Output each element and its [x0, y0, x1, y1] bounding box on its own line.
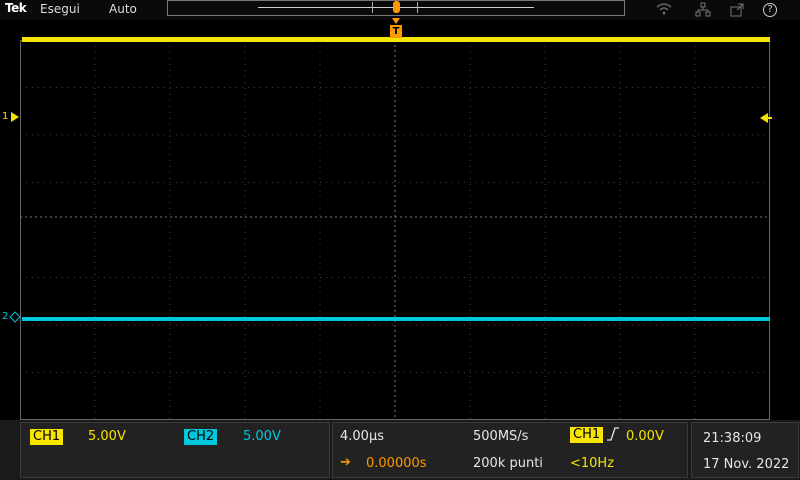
- run-stop-button[interactable]: Esegui: [40, 2, 80, 16]
- trigger-level-marker-icon[interactable]: [760, 113, 768, 123]
- trigger-source-badge[interactable]: CH1: [570, 427, 604, 443]
- rising-edge-icon: [606, 427, 620, 446]
- trigger-level[interactable]: 0.00V: [626, 429, 664, 445]
- ch2-offset-label: 2: [2, 311, 9, 322]
- clock-date: 17 Nov. 2022: [703, 457, 790, 472]
- trigger-position-arrow-icon: [392, 18, 400, 24]
- ch2-offset-marker-icon[interactable]: [9, 311, 21, 323]
- acquisition-mode-button[interactable]: Auto: [109, 2, 137, 16]
- ch1-offset-label: 1: [2, 111, 9, 122]
- trigger-position-marker[interactable]: T: [390, 25, 402, 38]
- export-icon[interactable]: [729, 2, 745, 18]
- clock-time: 21:38:09: [703, 431, 762, 446]
- horizontal-position-icon: ➔: [340, 455, 351, 470]
- trigger-frequency: <10Hz: [570, 456, 615, 471]
- sample-rate: 500MS/s: [473, 429, 529, 444]
- ch2-badge[interactable]: CH2: [184, 429, 218, 445]
- channel-badges-panel: [20, 422, 330, 478]
- wifi-icon[interactable]: [656, 2, 672, 18]
- help-icon[interactable]: ?: [763, 3, 777, 17]
- ch2-waveform-trace: [22, 317, 770, 321]
- graticule-grid: [20, 40, 770, 420]
- horizontal-position[interactable]: 0.00000s: [366, 456, 427, 472]
- ch1-offset-marker-icon[interactable]: [11, 112, 19, 122]
- ch1-badge[interactable]: CH1: [30, 429, 64, 445]
- trigger-position-marker-overview: [393, 1, 400, 13]
- record-length: 200k punti: [473, 456, 543, 471]
- network-icon[interactable]: [695, 2, 711, 18]
- brand-logo: Tek: [5, 1, 27, 15]
- ch2-scale[interactable]: 5.00V: [243, 429, 281, 445]
- ch1-scale[interactable]: 5.00V: [88, 429, 126, 445]
- horizontal-scale[interactable]: 4.00µs: [340, 429, 384, 445]
